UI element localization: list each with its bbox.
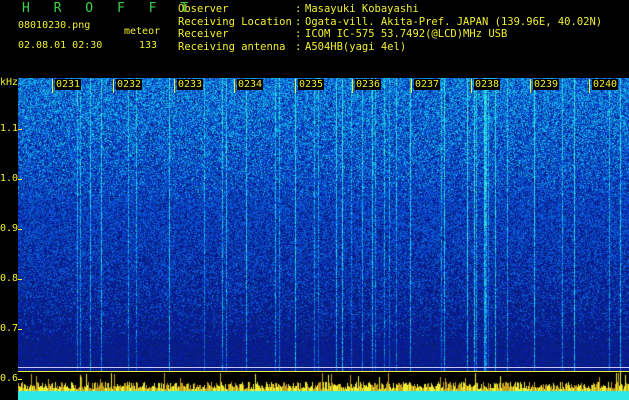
time-label: 0239 [533,79,560,90]
time-label: 0237 [414,79,441,90]
axis-baseline [18,371,629,372]
datetime-label: 02.08.01 02:30 [18,40,103,51]
y-tick-label: 1.0 [0,173,19,184]
y-tick [18,379,22,380]
time-label: 0234 [237,79,264,90]
time-tick [113,79,114,93]
info-row-antenna: Receiving antenna: A504HB(yagi 4el) [178,41,602,54]
station-info: Observer: Masayuki Kobayashi Receiving Lo… [178,3,602,53]
info-row-location: Receiving Location: Ogata-vill. Akita-Pre… [178,16,602,29]
info-row-observer: Observer: Masayuki Kobayashi [178,3,602,16]
info-label: Receiving Location [178,15,292,28]
time-label: 0232 [116,79,143,90]
filename-label: 08010230.png [18,20,91,31]
signal-strip [18,372,629,400]
time-tick [295,79,296,93]
time-label: 0236 [355,79,382,90]
time-tick [174,79,175,93]
info-separator: : [295,40,302,53]
header: H R O F F T 08010230.png meteor 02.08.01… [0,0,629,78]
y-tick-label: 0.9 [0,223,19,234]
info-value: Ogata-vill. Akita-Pref. JAPAN (139.96E, … [305,15,603,28]
y-tick-label: 0.7 [0,323,19,334]
baseline-marker [18,367,629,368]
info-value: Masayuki Kobayashi [305,3,419,15]
info-row-receiver: Receiver: ICOM IC-575 53.7492(@LCD)MHz US… [178,28,602,41]
y-axis: kHz 1.1 1.0 0.9 0.8 0.7 0.6 [0,78,22,400]
info-label: Observer [178,3,229,15]
info-label: Receiver [178,28,229,40]
spectrogram [18,78,629,372]
y-tick-label: 0.6 [0,373,19,384]
time-label: 0235 [298,79,325,90]
y-tick [18,129,22,130]
meteor-count: 133 [139,40,158,51]
time-label: 0240 [592,79,619,90]
y-tick [18,179,22,180]
time-tick [589,79,590,93]
info-separator: : [295,28,302,40]
y-tick-label: 1.1 [0,123,19,134]
time-tick [52,79,53,93]
info-separator: : [295,15,302,28]
info-value: A504HB(yagi 4el) [305,40,407,53]
time-tick [234,79,235,93]
info-separator: : [295,3,302,15]
y-tick [18,279,22,280]
info-label: Receiving antenna [178,40,286,53]
time-label: 0233 [177,79,204,90]
time-tick [352,79,353,93]
time-label: 0238 [474,79,501,90]
brand-title: H R O F F T [22,1,197,16]
y-tick [18,329,22,330]
y-axis-unit: kHz [0,77,19,88]
time-label: 0231 [55,79,82,90]
time-tick [530,79,531,93]
time-tick [471,79,472,93]
time-tick [411,79,412,93]
info-value: ICOM IC-575 53.7492(@LCD)MHz USB [305,28,508,40]
y-tick [18,229,22,230]
meteor-label: meteor [124,26,161,37]
y-tick-label: 0.8 [0,273,19,284]
